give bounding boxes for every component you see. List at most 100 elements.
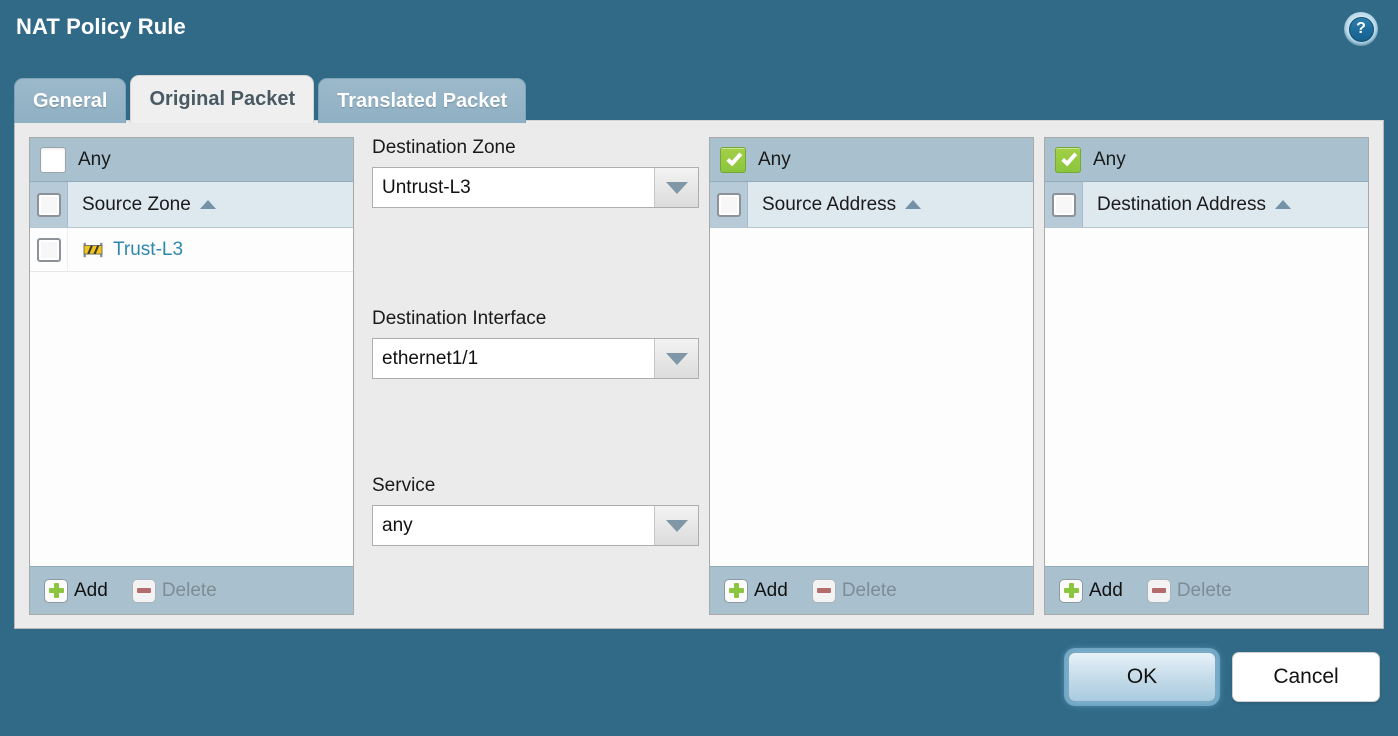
tab-translated-packet-label: Translated Packet	[337, 90, 507, 113]
tab-general-label: General	[33, 90, 107, 113]
source-address-header-label: Source Address	[762, 194, 896, 216]
ok-button[interactable]: OK	[1068, 652, 1216, 702]
destination-address-footer: Add Delete	[1045, 566, 1368, 614]
nat-policy-rule-dialog: NAT Policy Rule ? General Original Packe…	[0, 0, 1398, 736]
spacer-2	[1034, 137, 1044, 615]
field-gap-2	[372, 379, 697, 475]
help-glyph: ?	[1349, 17, 1374, 42]
service-label: Service	[372, 475, 697, 497]
source-zone-delete-label: Delete	[162, 580, 217, 602]
chevron-down-icon	[666, 182, 688, 194]
destination-address-any-checkbox[interactable]	[1055, 147, 1081, 173]
list-item[interactable]: Trust-L3	[30, 228, 353, 272]
source-address-add-button[interactable]: Add	[724, 579, 788, 603]
destination-zone-select[interactable]: Untrust-L3	[372, 167, 699, 208]
source-address-panel: Any Source Address Add	[709, 137, 1034, 615]
destination-address-add-button[interactable]: Add	[1059, 579, 1123, 603]
dialog-titlebar: NAT Policy Rule ?	[0, 0, 1398, 58]
source-zone-row-name: Trust-L3	[113, 239, 183, 261]
source-zone-footer: Add Delete	[30, 566, 353, 614]
source-zone-row-checkbox-cell[interactable]	[30, 228, 68, 271]
source-zone-any-checkbox[interactable]	[40, 147, 66, 173]
help-circle-icon[interactable]: ?	[1344, 12, 1378, 46]
source-address-select-all-cell[interactable]	[710, 182, 748, 227]
columns-container: Any Source Zone	[29, 137, 1371, 615]
destination-interface-select[interactable]: ethernet1/1	[372, 338, 699, 379]
sort-ascending-icon[interactable]	[905, 200, 921, 209]
sort-ascending-icon[interactable]	[200, 200, 216, 209]
destination-address-delete-button[interactable]: Delete	[1147, 579, 1232, 603]
destination-zone-value: Untrust-L3	[373, 168, 654, 207]
service-field: Service any	[372, 475, 697, 546]
minus-icon	[812, 579, 836, 603]
packet-fields-column: Destination Zone Untrust-L3 Destination …	[364, 137, 709, 615]
source-address-column-header[interactable]: Source Address	[710, 182, 1033, 228]
plus-icon	[1059, 579, 1083, 603]
ok-button-label: OK	[1127, 665, 1157, 689]
field-gap-1	[372, 208, 697, 308]
destination-interface-field: Destination Interface ethernet1/1	[372, 308, 697, 379]
source-address-delete-label: Delete	[842, 580, 897, 602]
source-zone-list-body: Trust-L3	[30, 228, 353, 566]
chevron-down-icon	[666, 520, 688, 532]
destination-address-select-all-checkbox[interactable]	[1052, 193, 1076, 217]
source-zone-select-all-checkbox[interactable]	[37, 193, 61, 217]
source-zone-select-all-cell[interactable]	[30, 182, 68, 227]
destination-address-any-label: Any	[1093, 149, 1126, 171]
source-address-footer: Add Delete	[710, 566, 1033, 614]
service-dropdown-button[interactable]	[654, 506, 698, 545]
source-zone-column-header[interactable]: Source Zone	[30, 182, 353, 228]
tab-general[interactable]: General	[14, 78, 126, 123]
destination-address-any-row[interactable]: Any	[1045, 138, 1368, 182]
tab-translated-packet[interactable]: Translated Packet	[318, 78, 526, 123]
destination-zone-field: Destination Zone Untrust-L3	[372, 137, 697, 208]
check-icon	[726, 150, 742, 167]
service-value: any	[373, 506, 654, 545]
source-zone-any-row[interactable]: Any	[30, 138, 353, 182]
destination-interface-value: ethernet1/1	[373, 339, 654, 378]
source-zone-any-label: Any	[78, 149, 111, 171]
destination-zone-dropdown-button[interactable]	[654, 168, 698, 207]
destination-address-list-body	[1045, 228, 1368, 566]
tab-bar: General Original Packet Translated Packe…	[14, 75, 530, 123]
page-title: NAT Policy Rule	[16, 14, 186, 40]
cancel-button-label: Cancel	[1273, 665, 1338, 689]
plus-icon	[724, 579, 748, 603]
destination-address-header-label: Destination Address	[1097, 194, 1266, 216]
source-zone-delete-button[interactable]: Delete	[132, 579, 217, 603]
source-address-delete-button[interactable]: Delete	[812, 579, 897, 603]
cancel-button[interactable]: Cancel	[1232, 652, 1380, 702]
check-icon	[1061, 150, 1077, 167]
destination-interface-label: Destination Interface	[372, 308, 697, 330]
source-zone-add-label: Add	[74, 580, 108, 602]
source-address-list-body	[710, 228, 1033, 566]
source-address-select-all-checkbox[interactable]	[717, 193, 741, 217]
plus-icon	[44, 579, 68, 603]
spacer-1	[354, 137, 364, 615]
destination-address-add-label: Add	[1089, 580, 1123, 602]
source-address-any-row[interactable]: Any	[710, 138, 1033, 182]
source-address-add-label: Add	[754, 580, 788, 602]
dialog-button-bar: OK Cancel	[1068, 652, 1380, 702]
destination-address-panel: Any Destination Address Add	[1044, 137, 1369, 615]
source-address-any-label: Any	[758, 149, 791, 171]
source-zone-row-checkbox[interactable]	[37, 238, 61, 262]
destination-interface-dropdown-button[interactable]	[654, 339, 698, 378]
chevron-down-icon	[666, 353, 688, 365]
destination-address-header-label-wrap: Destination Address	[1097, 194, 1291, 216]
source-zone-header-label-wrap: Source Zone	[82, 194, 216, 216]
minus-icon	[1147, 579, 1171, 603]
minus-icon	[132, 579, 156, 603]
destination-address-delete-label: Delete	[1177, 580, 1232, 602]
destination-address-select-all-cell[interactable]	[1045, 182, 1083, 227]
source-address-header-label-wrap: Source Address	[762, 194, 921, 216]
sort-ascending-icon[interactable]	[1275, 200, 1291, 209]
source-address-any-checkbox[interactable]	[720, 147, 746, 173]
source-zone-header-label: Source Zone	[82, 194, 191, 216]
original-packet-panel: Any Source Zone	[14, 120, 1384, 629]
destination-address-column-header[interactable]: Destination Address	[1045, 182, 1368, 228]
tab-original-packet[interactable]: Original Packet	[130, 75, 314, 123]
destination-zone-label: Destination Zone	[372, 137, 697, 159]
service-select[interactable]: any	[372, 505, 699, 546]
source-zone-add-button[interactable]: Add	[44, 579, 108, 603]
